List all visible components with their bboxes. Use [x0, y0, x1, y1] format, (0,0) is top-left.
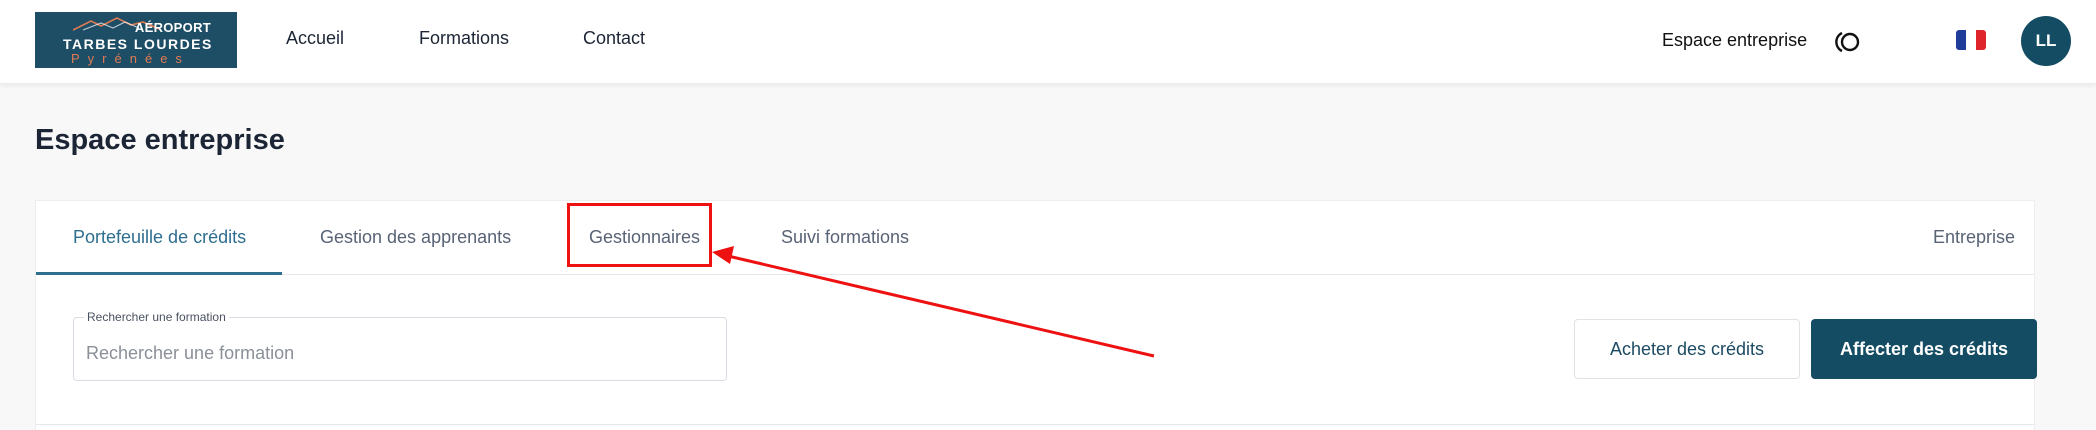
logo-line-3: Pyrénées — [71, 51, 190, 66]
nav-accueil[interactable]: Accueil — [286, 28, 344, 49]
search-field-label: Rechercher une formation — [84, 310, 229, 324]
logo-line-2: TARBES LOURDES — [63, 36, 213, 52]
nav-formations[interactable]: Formations — [419, 28, 509, 49]
top-header: AÉROPORT TARBES LOURDES Pyrénées Accueil… — [0, 0, 2096, 84]
airport-logo[interactable]: AÉROPORT TARBES LOURDES Pyrénées — [35, 12, 237, 68]
buy-credits-button[interactable]: Acheter des crédits — [1574, 319, 1800, 379]
tab-bar: Portefeuille de crédits Gestion des appr… — [36, 201, 2034, 275]
french-flag-icon[interactable] — [1956, 30, 1986, 50]
tab-suivi-formations[interactable]: Suivi formations — [781, 227, 909, 248]
nav-contact[interactable]: Contact — [583, 28, 645, 49]
search-input[interactable] — [86, 338, 706, 368]
logo-line-1: AÉROPORT — [134, 20, 211, 35]
tab-gestion-apprenants[interactable]: Gestion des apprenants — [320, 227, 511, 248]
search-field[interactable]: Rechercher une formation — [73, 310, 727, 381]
section-divider — [36, 424, 2034, 425]
annotation-highlight-box — [567, 203, 712, 267]
tab-entreprise[interactable]: Entreprise — [1933, 227, 2015, 248]
tab-portefeuille-credits[interactable]: Portefeuille de crédits — [73, 227, 246, 248]
company-panel: Portefeuille de crédits Gestion des appr… — [35, 200, 2037, 430]
assign-credits-button[interactable]: Affecter des crédits — [1811, 319, 2037, 379]
espace-entreprise-link[interactable]: Espace entreprise — [1662, 30, 1807, 51]
page-title: Espace entreprise — [35, 124, 285, 156]
contrast-icon[interactable] — [1833, 30, 1863, 59]
user-avatar[interactable]: LL — [2021, 16, 2071, 66]
active-tab-indicator — [36, 272, 282, 275]
